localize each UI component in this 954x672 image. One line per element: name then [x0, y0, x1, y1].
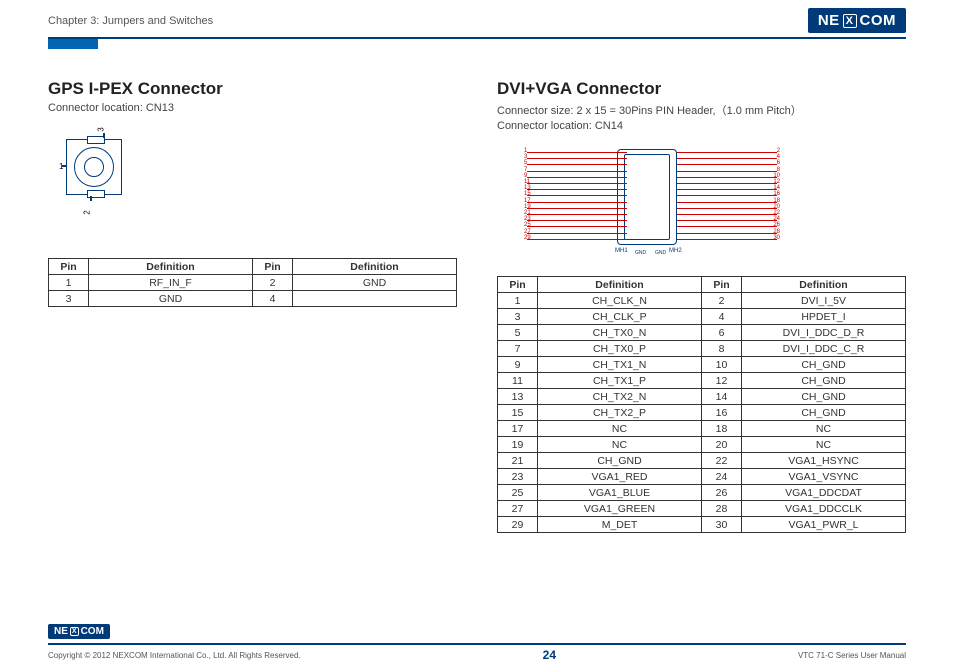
page-number: 24	[543, 648, 556, 662]
table-row: 25VGA1_BLUE26VGA1_DDCDAT	[498, 485, 906, 501]
left-section-title: GPS I-PEX Connector	[48, 79, 457, 99]
table-row: 3GND4	[49, 291, 457, 307]
table-row: 15CH_TX2_P16CH_GND	[498, 405, 906, 421]
table-row: 5CH_TX0_N6DVI_I_DDC_D_R	[498, 325, 906, 341]
ipex-connector-diagram: 1 2 3	[63, 136, 125, 198]
left-connector-location: Connector location: CN13	[48, 102, 457, 114]
table-row: 9CH_TX1_N10CH_GND	[498, 357, 906, 373]
logo-text-pre: NE	[818, 12, 840, 29]
right-connector-location: Connector location: CN14	[497, 120, 906, 132]
right-section-title: DVI+VGA Connector	[497, 79, 906, 99]
ipex-pin-3-label: 3	[97, 127, 106, 131]
th-def2: Definition	[293, 259, 457, 275]
th-pin2: Pin	[702, 277, 742, 293]
footer-divider	[48, 643, 906, 645]
table-row: 19NC20NC	[498, 437, 906, 453]
footer-logo-pre: NE	[54, 626, 68, 637]
table-row: 11CH_TX1_P12CH_GND	[498, 373, 906, 389]
table-row: 1CH_CLK_N2DVI_I_5V	[498, 293, 906, 309]
ipex-pin-2-label: 2	[83, 210, 92, 214]
right-column: DVI+VGA Connector Connector size: 2 x 15…	[497, 79, 906, 533]
left-pinout-table: Pin Definition Pin Definition 1RF_IN_F2G…	[48, 258, 457, 307]
mounting-hole-2-label: MH2	[669, 248, 682, 254]
th-pin: Pin	[498, 277, 538, 293]
brand-logo: NEXCOM	[808, 8, 906, 33]
table-row: 13CH_TX2_N14CH_GND	[498, 389, 906, 405]
th-def: Definition	[538, 277, 702, 293]
th-pin2: Pin	[253, 259, 293, 275]
gnd-label-r: GND	[655, 250, 666, 256]
table-row: 1RF_IN_F2GND	[49, 275, 457, 291]
footer-logo-post: COM	[81, 626, 104, 637]
logo-x-icon: X	[843, 14, 857, 28]
left-column: GPS I-PEX Connector Connector location: …	[48, 79, 457, 533]
th-def2: Definition	[742, 277, 906, 293]
right-pinout-table: Pin Definition Pin Definition 1CH_CLK_N2…	[497, 276, 906, 533]
manual-title: VTC 71-C Series User Manual	[798, 651, 906, 660]
footer-logo-x-icon: X	[70, 627, 79, 636]
header-tab-icon	[48, 39, 98, 49]
ipex-pin-1-label: 1	[59, 162, 63, 171]
table-row: 17NC18NC	[498, 421, 906, 437]
table-row: 21CH_GND22VGA1_HSYNC	[498, 453, 906, 469]
table-row: 27VGA1_GREEN28VGA1_DDCCLK	[498, 501, 906, 517]
th-pin: Pin	[49, 259, 89, 275]
header-divider	[48, 37, 906, 39]
gnd-label-l: GND	[635, 250, 646, 256]
th-def: Definition	[89, 259, 253, 275]
footer-logo: NEXCOM	[48, 624, 110, 639]
table-row: 23VGA1_RED24VGA1_VSYNC	[498, 469, 906, 485]
right-connector-size: Connector size: 2 x 15 = 30Pins PIN Head…	[497, 102, 906, 118]
copyright-text: Copyright © 2012 NEXCOM International Co…	[48, 651, 301, 660]
logo-text-post: COM	[860, 12, 897, 29]
table-row: 3CH_CLK_P4HPDET_I	[498, 309, 906, 325]
chapter-title: Chapter 3: Jumpers and Switches	[48, 15, 213, 27]
pin-header-diagram: 1234567891011121314151617181920212223242…	[527, 144, 797, 264]
table-row: 7CH_TX0_P8DVI_I_DDC_C_R	[498, 341, 906, 357]
table-row: 29M_DET30VGA1_PWR_L	[498, 517, 906, 533]
mounting-hole-1-label: MH1	[615, 248, 628, 254]
